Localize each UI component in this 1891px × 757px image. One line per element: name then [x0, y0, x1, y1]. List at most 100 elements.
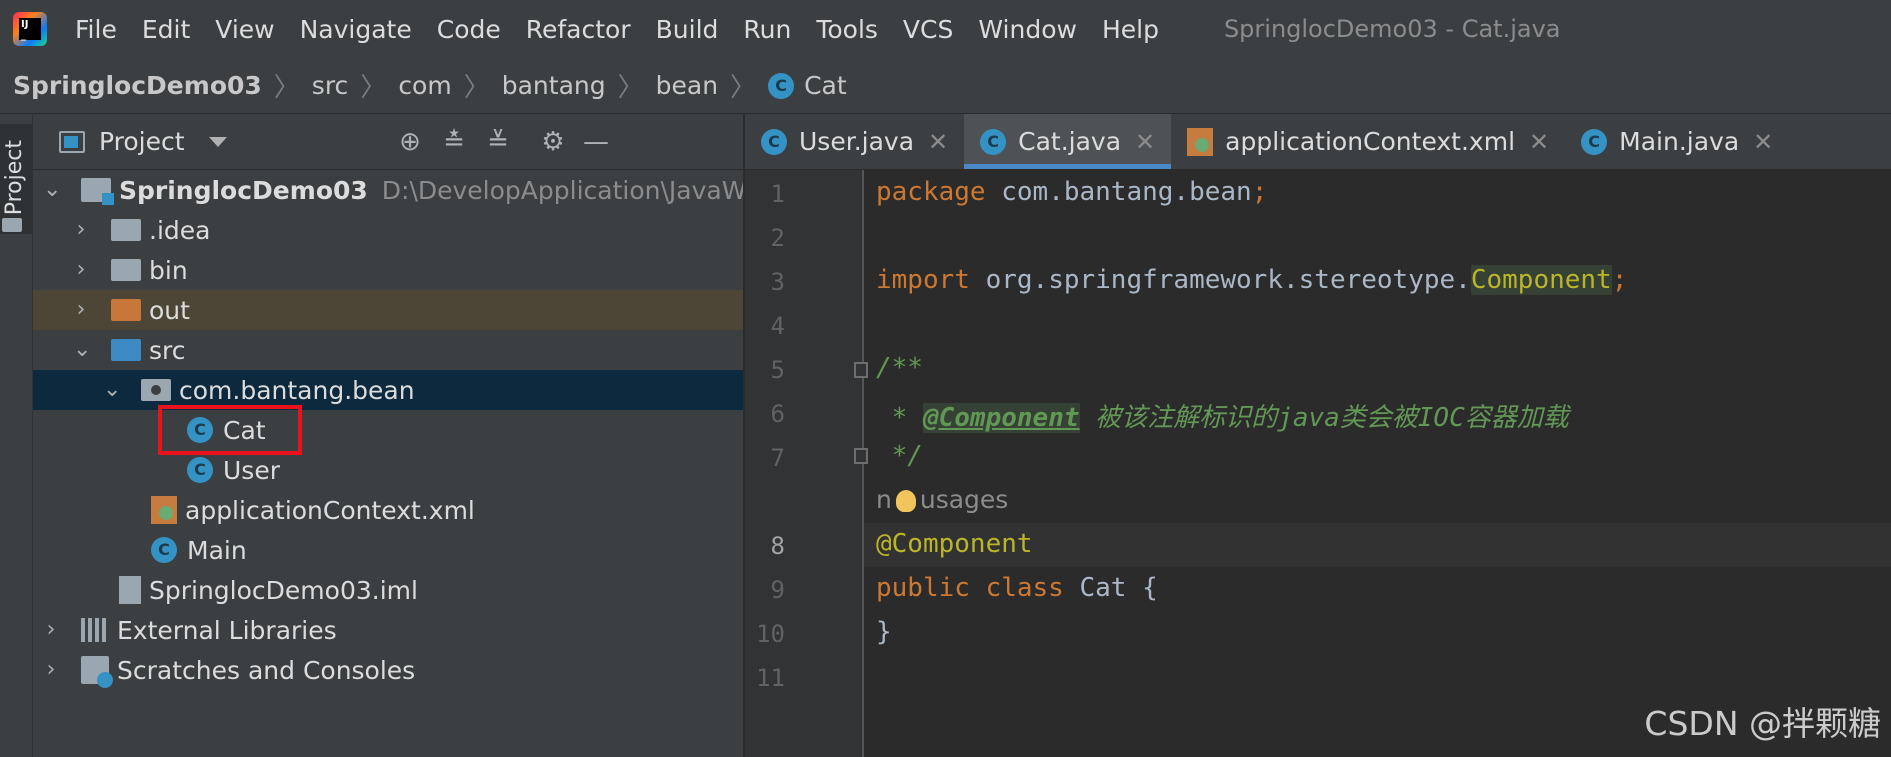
project-panel-header: Project ⊕ ≛ ≚ ⚙ —: [33, 114, 743, 169]
tree-item-src[interactable]: ⌄ src: [33, 330, 743, 370]
gear-icon[interactable]: ⚙: [538, 127, 568, 157]
menu-view[interactable]: View: [215, 15, 274, 44]
line-number: 6: [770, 400, 785, 428]
line-number: 4: [770, 312, 785, 340]
chevron-right-icon: 〉: [730, 73, 757, 103]
tree-item-user[interactable]: C User: [33, 450, 743, 490]
close-icon[interactable]: ✕: [1135, 128, 1155, 156]
chevron-right-icon[interactable]: ›: [73, 219, 89, 241]
chevron-right-icon: 〉: [617, 73, 644, 103]
tree-item-root[interactable]: ⌄ SpringlocDemo03 D:\DevelopApplication\…: [33, 170, 743, 210]
menu-tools[interactable]: Tools: [816, 15, 878, 44]
tree-item-label: External Libraries: [117, 615, 337, 645]
project-tool-tab-label: Project: [2, 140, 27, 216]
expand-all-icon[interactable]: ≛: [439, 127, 469, 157]
folder-icon: [111, 219, 141, 241]
tree-item-cat[interactable]: C Cat: [33, 410, 743, 450]
minimize-icon[interactable]: —: [581, 127, 611, 157]
tab-application-context[interactable]: applicationContext.xml ✕: [1171, 114, 1565, 169]
chevron-right-icon[interactable]: ›: [43, 619, 59, 641]
menu-file[interactable]: File: [75, 15, 117, 44]
menu-window[interactable]: Window: [978, 15, 1077, 44]
module-file-icon: [119, 576, 141, 604]
menu-refactor[interactable]: Refactor: [526, 15, 631, 44]
chevron-down-icon[interactable]: ⌄: [73, 339, 91, 361]
tab-cat-java[interactable]: C Cat.java ✕: [964, 114, 1172, 169]
menu-edit[interactable]: Edit: [142, 15, 190, 44]
menu-run[interactable]: Run: [743, 15, 791, 44]
breadcrumb-item-bantang[interactable]: bantang: [502, 71, 606, 100]
code-editor[interactable]: [864, 170, 1891, 757]
menu-help[interactable]: Help: [1102, 15, 1159, 44]
tree-item-label: out: [149, 295, 190, 325]
code-line-10: }: [876, 617, 892, 647]
fold-marker-icon[interactable]: [854, 448, 868, 464]
code-line-1: package com.bantang.bean;: [876, 177, 1267, 207]
breadcrumb-item-com[interactable]: com: [398, 71, 451, 100]
code-comment: 被该注解标识的java类会被IOC容器加载: [1079, 403, 1569, 433]
chevron-down-icon[interactable]: ⌄: [103, 379, 121, 401]
project-view-icon: [59, 130, 85, 153]
lightbulb-icon[interactable]: [895, 489, 916, 512]
close-icon[interactable]: ✕: [1753, 128, 1773, 156]
tab-label: applicationContext.xml: [1225, 127, 1516, 156]
chevron-right-icon[interactable]: ›: [73, 299, 89, 321]
close-icon[interactable]: ✕: [1529, 128, 1549, 156]
tree-item-label: User: [223, 455, 280, 485]
tree-item-label: Scratches and Consoles: [117, 655, 416, 685]
collapse-all-icon[interactable]: ≚: [483, 127, 513, 157]
class-icon: C: [187, 457, 213, 483]
line-number: 1: [770, 180, 785, 208]
breadcrumb-cat-label: Cat: [804, 71, 847, 100]
breadcrumb-item-bean[interactable]: bean: [656, 71, 718, 100]
tab-main-java[interactable]: C Main.java ✕: [1565, 114, 1789, 169]
project-view-selector[interactable]: Project: [99, 127, 185, 156]
code-line-7: */: [876, 441, 923, 471]
tree-item-app-context[interactable]: applicationContext.xml: [33, 490, 743, 530]
breadcrumb-item-project[interactable]: SpringlocDemo03: [13, 71, 262, 100]
line-number-current: 8: [770, 532, 785, 560]
menu-navigate[interactable]: Navigate: [300, 15, 412, 44]
tab-label: Cat.java: [1018, 127, 1122, 156]
menu-build[interactable]: Build: [656, 15, 719, 44]
code-semicolon: ;: [1611, 265, 1628, 295]
tree-item-main[interactable]: C Main: [33, 530, 743, 570]
chevron-down-icon[interactable]: ⌄: [43, 179, 61, 201]
editor-tabs: C User.java ✕ C Cat.java ✕ applicationCo…: [745, 114, 1891, 169]
chevron-right-icon[interactable]: ›: [43, 659, 59, 681]
tree-root-path: D:\DevelopApplication\JavaWorkSp: [381, 175, 743, 205]
highlight-box: [158, 405, 302, 455]
tree-item-out[interactable]: › out: [33, 290, 743, 330]
menu-bar: IJ _ File Edit View Navigate Code Refacto…: [0, 0, 1891, 58]
usages-hint[interactable]: n usages: [876, 485, 1008, 515]
breadcrumb-item-src[interactable]: src: [312, 71, 349, 100]
tree-item-scratches[interactable]: › Scratches and Consoles: [33, 650, 743, 690]
tree-root-label: SpringlocDemo03: [119, 175, 368, 205]
code-line-8: @Component: [876, 529, 1033, 559]
project-tree: ⌄ SpringlocDemo03 D:\DevelopApplication\…: [33, 170, 743, 757]
chevron-right-icon: 〉: [273, 73, 300, 103]
usages-label: usages: [919, 485, 1009, 514]
intellij-logo-icon[interactable]: IJ _: [13, 12, 47, 46]
close-icon[interactable]: ✕: [928, 128, 948, 156]
tree-item-idea[interactable]: › .idea: [33, 210, 743, 250]
line-number: 11: [756, 664, 785, 692]
locate-file-icon[interactable]: ⊕: [395, 127, 425, 157]
breadcrumb-item-cat[interactable]: C Cat: [768, 71, 847, 100]
tree-item-external-libraries[interactable]: › External Libraries: [33, 610, 743, 650]
tree-item-bin[interactable]: › bin: [33, 250, 743, 290]
excluded-folder-icon: [111, 299, 141, 321]
code-keyword: public class: [876, 573, 1064, 603]
tab-user-java[interactable]: C User.java ✕: [745, 114, 964, 169]
menu-vcs[interactable]: VCS: [903, 15, 953, 44]
tree-item-package[interactable]: ⌄ com.bantang.bean: [33, 370, 743, 410]
tree-item-label: applicationContext.xml: [185, 495, 475, 525]
tree-item-iml[interactable]: SpringlocDemo03.iml: [33, 570, 743, 610]
chevron-down-icon[interactable]: [208, 136, 227, 147]
fold-marker-icon[interactable]: [854, 362, 868, 378]
tree-item-label: src: [149, 335, 186, 365]
menu-code[interactable]: Code: [437, 15, 501, 44]
folder-icon: [111, 259, 141, 281]
class-icon: C: [761, 128, 787, 155]
chevron-right-icon[interactable]: ›: [73, 259, 89, 281]
